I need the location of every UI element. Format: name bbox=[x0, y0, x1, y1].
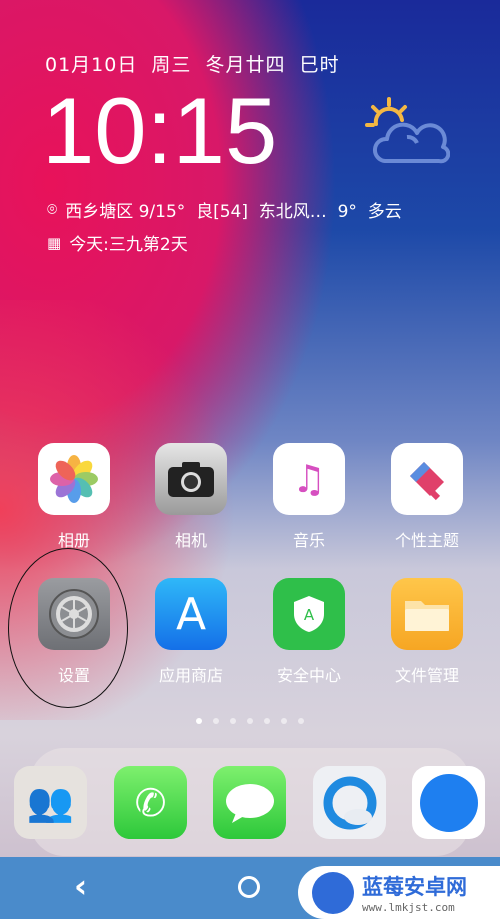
watermark: 蓝莓安卓网 www.lmkjst.com bbox=[298, 866, 500, 919]
messages-icon[interactable] bbox=[213, 766, 286, 839]
app-label: 相机 bbox=[174, 531, 207, 550]
calendar-icon: ▦ bbox=[47, 233, 62, 252]
app-theme[interactable]: 个性主题 bbox=[377, 443, 477, 551]
page-dot[interactable] bbox=[213, 718, 219, 724]
clock-time[interactable]: 10:15 bbox=[42, 84, 277, 178]
back-button[interactable]: ‹ bbox=[74, 867, 87, 905]
date-text: 01月10日 周三 冬月廿四 巳时 bbox=[45, 54, 340, 76]
status-bar bbox=[0, 0, 500, 8]
weather-line[interactable]: ⌾ 西乡塘区 9/15° 良[54] 东北风… 9° 多云 bbox=[47, 197, 402, 223]
app-security[interactable]: A 安全中心 bbox=[259, 578, 359, 686]
svg-text:A: A bbox=[304, 606, 315, 624]
app-files[interactable]: 文件管理 bbox=[377, 578, 477, 686]
home-button[interactable] bbox=[238, 876, 260, 898]
app-music[interactable]: ♫ 音乐 bbox=[259, 443, 359, 551]
android-logo-icon bbox=[312, 871, 354, 914]
camera-icon bbox=[155, 443, 227, 515]
phone-icon[interactable]: ✆ bbox=[114, 766, 187, 839]
app-label: 安全中心 bbox=[276, 666, 341, 685]
app-store[interactable]: A 应用商店 bbox=[141, 578, 241, 686]
app-label: 个性主题 bbox=[394, 531, 459, 550]
watermark-title: 蓝莓安卓网 bbox=[362, 875, 467, 899]
app-label: 文件管理 bbox=[394, 666, 459, 685]
location-weather-text: 西乡塘区 9/15° 良[54] 东北风… 9° 多云 bbox=[65, 202, 402, 222]
page-dot[interactable] bbox=[264, 718, 270, 724]
app-camera[interactable]: 相机 bbox=[141, 443, 241, 551]
contacts-icon[interactable]: 👥 bbox=[14, 766, 87, 839]
music-icon: ♫ bbox=[273, 443, 345, 515]
watermark-url: www.lmkjst.com bbox=[362, 901, 455, 914]
app-label: 相册 bbox=[57, 531, 90, 550]
page-indicator[interactable] bbox=[0, 718, 500, 724]
app-photos[interactable]: 相册 bbox=[24, 443, 124, 551]
page-dot[interactable] bbox=[281, 718, 287, 724]
app-label: 应用商店 bbox=[158, 666, 223, 685]
page-dot[interactable] bbox=[196, 718, 202, 724]
annotation-circle bbox=[8, 548, 128, 708]
app-store-icon: A bbox=[155, 578, 227, 650]
theme-icon bbox=[391, 443, 463, 515]
app-label: 音乐 bbox=[292, 531, 325, 550]
files-icon bbox=[391, 578, 463, 650]
photos-icon bbox=[38, 443, 110, 515]
page-dot[interactable] bbox=[247, 718, 253, 724]
security-icon: A bbox=[273, 578, 345, 650]
safari-icon[interactable] bbox=[412, 766, 485, 839]
almanac-line[interactable]: ▦ 今天:三九第2天 bbox=[47, 230, 188, 256]
partly-cloudy-icon[interactable] bbox=[365, 95, 450, 170]
almanac-text: 今天:三九第2天 bbox=[69, 235, 188, 255]
location-pin-icon: ⌾ bbox=[47, 199, 58, 220]
qq-browser-icon[interactable] bbox=[313, 766, 386, 839]
page-dot[interactable] bbox=[298, 718, 304, 724]
page-dot[interactable] bbox=[230, 718, 236, 724]
